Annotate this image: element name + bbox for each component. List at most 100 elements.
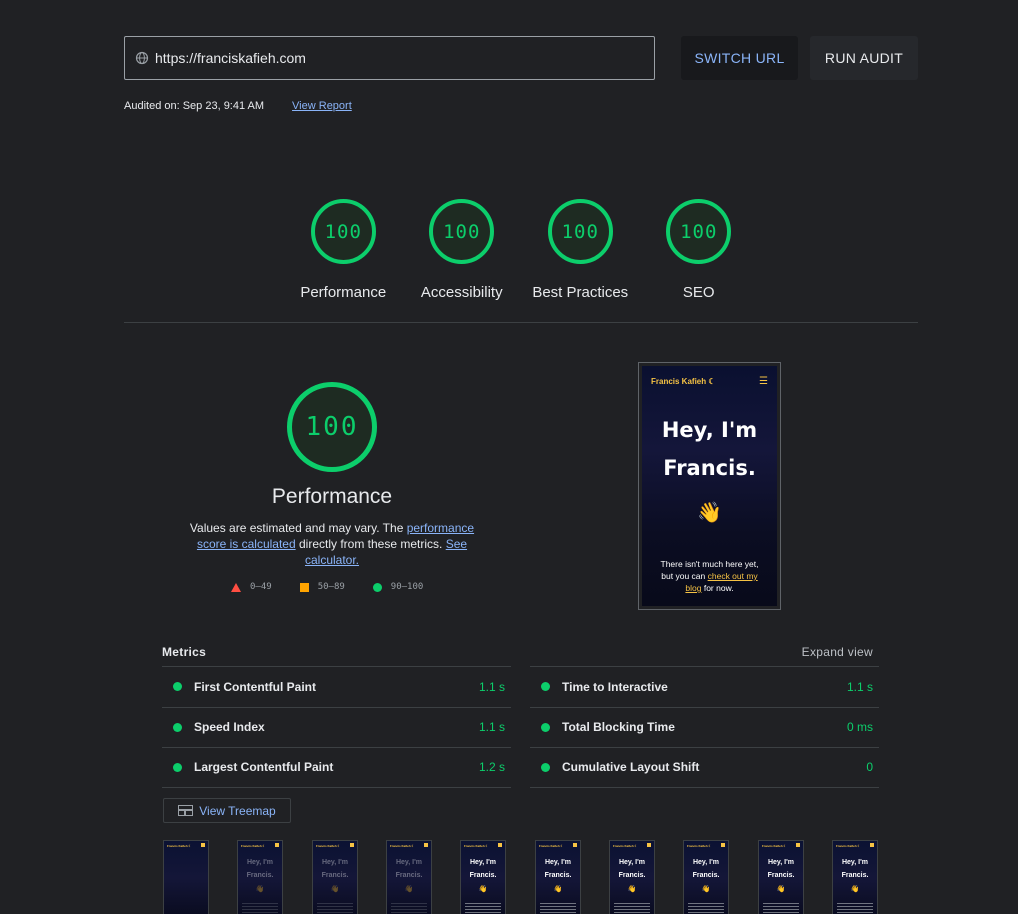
- frame-hero: Hey, I'm Francis.: [610, 856, 654, 882]
- frame-hero-line: Francis.: [321, 872, 349, 879]
- metric-label: Speed Index: [194, 720, 265, 735]
- metric-label: Largest Contentful Paint: [194, 760, 334, 775]
- filmstrip-frame: Francis Kafieh ☾: [163, 840, 209, 914]
- metrics-column-left: First Contentful Paint 1.1 s Speed Index 1…: [162, 666, 511, 788]
- frame-brand: Francis Kafieh ☾: [167, 844, 192, 848]
- frame-wave: 👋: [330, 886, 340, 893]
- site-brand: Francis Kafieh ☾: [651, 377, 716, 386]
- frame-hero: Hey, I'm Francis.: [387, 856, 431, 882]
- filmstrip-frame: Francis Kafieh ☾ Hey, I'm Francis. 👋: [237, 840, 283, 914]
- metric-label: Cumulative Layout Shift: [562, 760, 700, 775]
- frame-menu-icon: [424, 843, 428, 847]
- metrics-title: Metrics: [162, 645, 207, 659]
- frame-hero-line: Francis.: [469, 872, 497, 879]
- metric-value: 1.1 s: [478, 720, 505, 735]
- gauge-performance[interactable]: 100 Performance: [284, 199, 403, 301]
- final-screenshot[interactable]: Francis Kafieh ☾ ☰ Hey, I'm Francis. 👋 T…: [638, 362, 781, 610]
- frame-hero-line: Hey, I'm: [841, 859, 869, 866]
- frame-brand: Francis Kafieh ☾: [241, 844, 266, 848]
- gauge-seo[interactable]: 100 SEO: [640, 199, 759, 301]
- treemap-label: View Treemap: [199, 803, 276, 818]
- frame-brand: Francis Kafieh ☾: [613, 844, 638, 848]
- frame-hero-line: Hey, I'm: [692, 859, 720, 866]
- url-input[interactable]: https://franciskafieh.com: [124, 36, 655, 80]
- frame-hero-line: Francis.: [246, 872, 274, 879]
- hero-line: Hey, I'm: [661, 418, 758, 442]
- frame-text: [317, 903, 353, 913]
- legend-average: 50–89: [299, 582, 345, 592]
- expand-view-toggle[interactable]: Expand view: [802, 645, 873, 659]
- gauge-score: 100: [561, 220, 599, 243]
- performance-description: Values are estimated and may vary. The p…: [172, 520, 492, 568]
- metric-value: 0 ms: [846, 720, 873, 735]
- pass-dot-icon: [173, 762, 182, 772]
- view-treemap-button[interactable]: View Treemap: [163, 798, 291, 823]
- frame-menu-icon: [201, 843, 205, 847]
- frame-hero-line: Hey, I'm: [246, 859, 274, 866]
- run-audit-button[interactable]: RUN AUDIT: [810, 36, 918, 80]
- metric-value: 1.1 s: [846, 679, 873, 694]
- audited-on-text: Audited on: Sep 23, 9:41 AM: [124, 100, 265, 112]
- filmstrip-frame: Francis Kafieh ☾ Hey, I'm Francis. 👋: [609, 840, 655, 914]
- legend-range: 90–100: [390, 582, 424, 592]
- pass-dot-icon: [541, 762, 550, 772]
- performance-score: 100: [305, 412, 359, 442]
- frame-hero: Hey, I'm Francis.: [313, 856, 357, 882]
- filmstrip-frame: Francis Kafieh ☾ Hey, I'm Francis. 👋: [683, 840, 729, 914]
- category-gauges: 100 Performance 100 Accessibility 100 Be…: [284, 199, 758, 301]
- metric-label: Time to Interactive: [562, 679, 668, 694]
- metric-value: 1.1 s: [478, 679, 505, 694]
- audit-meta: Audited on: Sep 23, 9:41 AM View Report: [124, 100, 352, 112]
- pass-dot-icon: [173, 722, 182, 732]
- treemap-icon: [178, 805, 194, 816]
- frame-text: [837, 903, 873, 913]
- legend-range: 0–49: [250, 582, 272, 592]
- wave-emoji: 👋: [697, 502, 722, 524]
- frame-wave: 👋: [701, 886, 711, 893]
- lighthouse-report: https://franciskafieh.com SWITCH URL RUN…: [0, 0, 1018, 914]
- frame-text: [242, 903, 278, 913]
- performance-title: Performance: [271, 485, 393, 508]
- globe-icon: [135, 51, 149, 65]
- metric-time-to-interactive: Time to Interactive 1.1 s: [530, 666, 879, 707]
- filmstrip: Francis Kafieh ☾ Francis Kafieh ☾ Hey, I'm…: [163, 840, 878, 914]
- metric-total-blocking-time: Total Blocking Time 0 ms: [530, 706, 879, 748]
- frame-brand: Francis Kafieh ☾: [539, 844, 564, 848]
- filmstrip-frame: Francis Kafieh ☾ Hey, I'm Francis. 👋: [758, 840, 804, 914]
- metric-label: First Contentful Paint: [194, 679, 316, 694]
- view-report-link[interactable]: View Report: [292, 100, 352, 112]
- gauge-label: SEO: [682, 284, 715, 301]
- switch-url-button[interactable]: SWITCH URL: [681, 36, 798, 80]
- frame-menu-icon: [870, 843, 874, 847]
- hero-line: Francis.: [663, 456, 756, 480]
- frame-hero: Hey, I'm Francis.: [238, 856, 282, 882]
- gauge-best-practices[interactable]: 100 Best Practices: [521, 199, 640, 301]
- frame-text: [391, 903, 427, 913]
- metric-cumulative-layout-shift: Cumulative Layout Shift 0: [530, 747, 879, 788]
- frame-menu-icon: [498, 843, 502, 847]
- frame-wave: 👋: [776, 886, 786, 893]
- frame-hero-line: Francis.: [618, 872, 646, 879]
- metrics-header: Metrics Expand view: [162, 645, 879, 659]
- frame-menu-icon: [573, 843, 577, 847]
- frame-menu-icon: [350, 843, 354, 847]
- score-legend: 0–49 50–89 90–100: [231, 582, 451, 592]
- metric-largest-contentful-paint: Largest Contentful Paint 1.2 s: [162, 747, 511, 788]
- frame-menu-icon: [647, 843, 651, 847]
- frame-brand: Francis Kafieh ☾: [687, 844, 712, 848]
- performance-gauge: 100: [287, 382, 377, 472]
- frame-wave: 👋: [553, 886, 563, 893]
- gauge-label: Best Practices: [532, 284, 629, 301]
- filmstrip-frame: Francis Kafieh ☾ Hey, I'm Francis. 👋: [386, 840, 432, 914]
- frame-hero-line: Francis.: [544, 872, 572, 879]
- frame-hero-line: Hey, I'm: [469, 859, 497, 866]
- pass-dot-icon: [541, 682, 550, 692]
- frame-hero-line: Hey, I'm: [544, 859, 572, 866]
- gauge-ring: 100: [429, 199, 495, 264]
- metric-first-contentful-paint: First Contentful Paint 1.1 s: [162, 666, 511, 707]
- screenshot-image: Francis Kafieh ☾ ☰ Hey, I'm Francis. 👋 T…: [642, 366, 777, 606]
- frame-hero-line: Francis.: [767, 872, 795, 879]
- gauge-ring: 100: [310, 199, 376, 264]
- frame-text: [540, 903, 576, 913]
- gauge-accessibility[interactable]: 100 Accessibility: [403, 199, 522, 301]
